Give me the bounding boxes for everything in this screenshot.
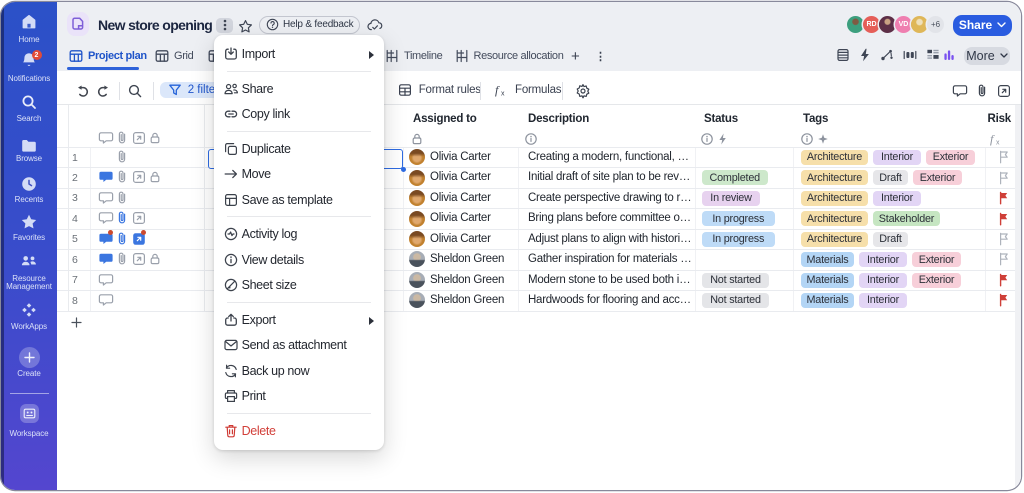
svg-text:x: x — [501, 91, 505, 98]
svg-text:f: f — [495, 83, 500, 97]
svg-text:x: x — [996, 140, 1000, 147]
svg-text:f: f — [990, 132, 995, 146]
